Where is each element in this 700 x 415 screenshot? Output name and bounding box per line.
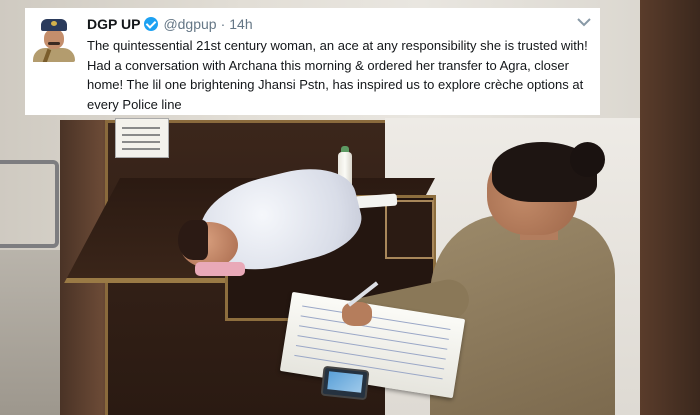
waiting-chair bbox=[0, 160, 59, 248]
tweet-card[interactable]: DGP UP @dgpup · 14h The quintessential 2… bbox=[25, 8, 600, 115]
user-handle[interactable]: @dgpup bbox=[163, 16, 216, 32]
verified-badge-icon bbox=[144, 17, 159, 31]
door-frame bbox=[640, 0, 700, 415]
officer-hand bbox=[342, 302, 372, 326]
desk-drawer bbox=[385, 200, 434, 259]
chevron-down-icon[interactable] bbox=[576, 16, 592, 30]
tweet-text: The quintessential 21st century woman, a… bbox=[87, 38, 588, 112]
officer-hair-bun bbox=[570, 142, 605, 177]
display-name[interactable]: DGP UP bbox=[87, 16, 140, 32]
mobile-phone bbox=[320, 365, 370, 401]
wall-notice bbox=[115, 118, 169, 158]
meta-separator: · bbox=[220, 16, 226, 32]
phone-screen bbox=[327, 371, 363, 393]
tweet-timestamp[interactable]: 14h bbox=[229, 16, 252, 32]
pink-cloth bbox=[195, 262, 245, 276]
baby-hair bbox=[178, 220, 208, 260]
avatar[interactable] bbox=[31, 16, 75, 62]
tweet-header: DGP UP @dgpup · 14h bbox=[87, 14, 253, 34]
